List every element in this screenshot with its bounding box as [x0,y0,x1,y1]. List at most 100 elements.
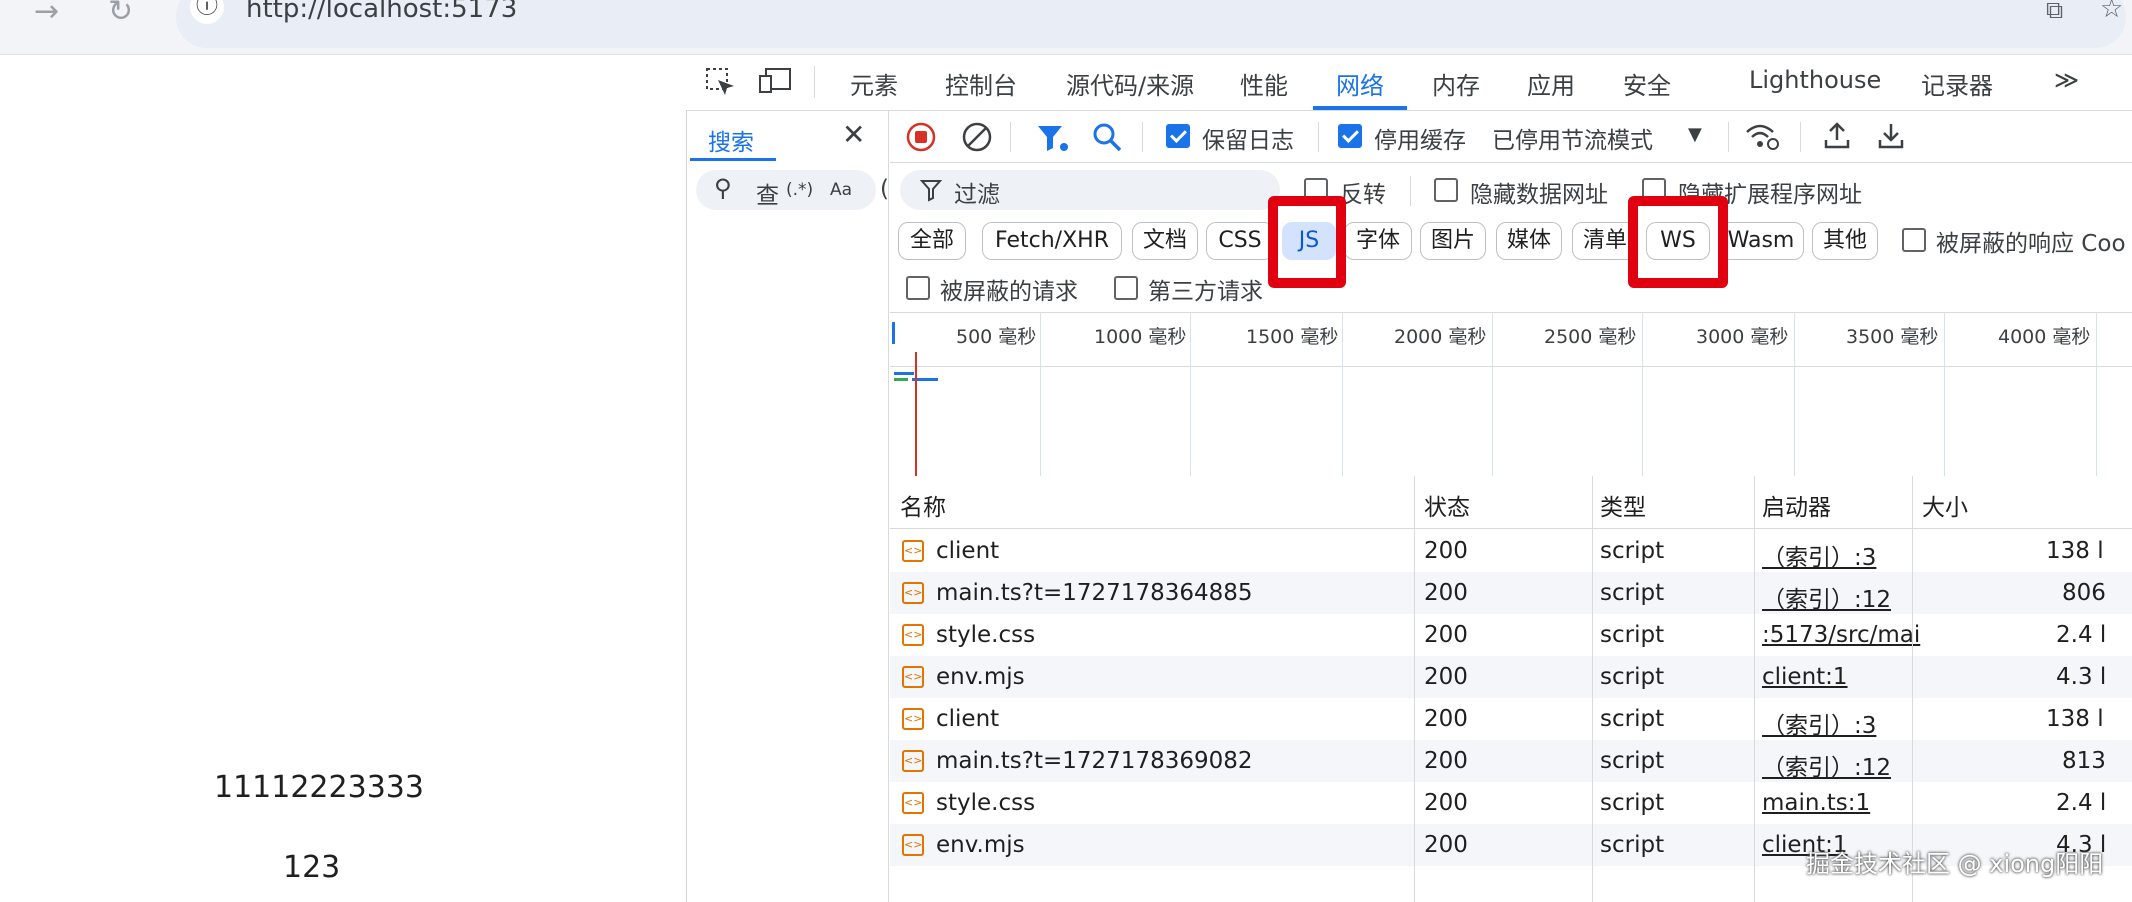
tab-application[interactable]: 应用 [1527,66,1575,101]
export-har-icon[interactable] [1876,120,1906,152]
request-initiator[interactable]: main.ts:1 [1762,790,1870,816]
chip-css[interactable]: CSS [1206,222,1274,260]
chip-image[interactable]: 图片 [1420,222,1486,260]
column-divider[interactable] [1754,476,1755,902]
search-network-icon[interactable] [1092,122,1122,152]
timeline-gridline [1944,312,1945,476]
reload-icon[interactable]: ↻ [108,0,133,29]
search-query-text: 查 [756,183,779,209]
timeline-gridline [1492,312,1493,476]
blocked-requests-checkbox[interactable] [906,276,930,300]
table-row[interactable]: <> main.ts?t=1727178369082 200 script （索… [890,740,2132,782]
table-row[interactable]: <> main.ts?t=1727178364885 200 script （索… [890,572,2132,614]
close-icon[interactable]: ✕ [842,118,865,151]
column-header-status[interactable]: 状态 [1424,488,1470,522]
bookmark-star-icon[interactable]: ☆ [2100,0,2123,24]
toolbar-divider [1728,122,1729,152]
search-extra-toggle[interactable]: ( [880,176,889,202]
timeline-request-bar [894,378,908,381]
chip-fetch-xhr[interactable]: Fetch/XHR [982,222,1122,260]
match-case-toggle[interactable]: Aa [830,180,852,200]
table-row[interactable]: <> client 200 script （索引）:3 138 l [890,698,2132,740]
column-header-type[interactable]: 类型 [1600,488,1646,522]
script-file-icon: <> [902,792,924,814]
timeline-gridline [1342,312,1343,476]
filter-icon[interactable] [1036,122,1070,154]
request-type: script [1600,664,1665,690]
more-tabs-icon[interactable]: ≫ [2054,66,2079,94]
tab-network[interactable]: 网络 [1336,66,1384,101]
request-size: 138 l [2046,538,2104,564]
timeline-tick-label: 4000 毫秒 [1998,326,2091,348]
chip-document[interactable]: 文档 [1132,222,1198,260]
column-header-name[interactable]: 名称 [900,488,946,522]
search-icon: ⚲ [714,174,732,202]
record-stop-icon[interactable] [906,122,936,152]
tab-sources[interactable]: 源代码/来源 [1066,66,1194,101]
third-party-checkbox[interactable] [1114,276,1138,300]
request-initiator[interactable]: （索引）:12 [1762,580,1891,614]
request-size: 4.3 l [2056,664,2107,690]
tab-recorder[interactable]: 记录器 [1921,66,1993,101]
table-row[interactable]: <> client 200 script （索引）:3 138 l [890,530,2132,572]
import-har-icon[interactable] [1822,120,1852,152]
table-row[interactable]: <> style.css 200 script :5173/src/mai 2.… [890,614,2132,656]
url-text[interactable]: http://localhost:5173 [246,0,517,24]
table-row[interactable]: <> style.css 200 script main.ts:1 2.4 l [890,782,2132,824]
inspect-element-icon[interactable] [704,66,738,98]
device-toolbar-icon[interactable] [758,66,794,96]
disable-cache-checkbox[interactable] [1338,124,1362,148]
search-title-underline [690,158,776,161]
script-file-icon: <> [902,624,924,646]
request-type: script [1600,790,1665,816]
request-type: script [1600,622,1665,648]
translate-icon[interactable]: ⧉ [2046,0,2063,24]
timeline-load-marker [915,352,917,476]
tab-elements[interactable]: 元素 [850,66,898,101]
request-size: 813 [2062,748,2106,774]
request-status: 200 [1424,664,1468,690]
chip-wasm[interactable]: Wasm [1718,222,1804,260]
tab-console[interactable]: 控制台 [945,66,1017,101]
preserve-log-checkbox[interactable] [1166,124,1190,148]
hide-data-urls-checkbox[interactable] [1434,178,1458,202]
chip-media[interactable]: 媒体 [1496,222,1562,260]
request-initiator[interactable]: :5173/src/mai [1762,622,1920,648]
invert-label: 反转 [1340,182,1386,208]
tab-memory[interactable]: 内存 [1432,66,1480,101]
chip-other[interactable]: 其他 [1812,222,1878,260]
timeline-selection-handle[interactable] [892,322,895,344]
request-name: env.mjs [936,832,1025,858]
request-status: 200 [1424,580,1468,606]
network-conditions-icon[interactable] [1744,120,1780,152]
regex-toggle[interactable]: (.*) [786,180,813,200]
tab-security[interactable]: 安全 [1623,66,1671,101]
clear-icon[interactable] [962,122,992,152]
throttling-select[interactable]: 已停用节流模式 [1492,121,1653,155]
column-divider[interactable] [1414,476,1415,902]
request-initiator[interactable]: （索引）:3 [1762,706,1876,740]
column-header-initiator[interactable]: 启动器 [1762,488,1831,522]
blocked-response-checkbox[interactable] [1902,228,1926,252]
request-status: 200 [1424,706,1468,732]
search-panel-title[interactable]: 搜索 [708,123,754,157]
network-timeline[interactable] [890,312,2132,478]
forward-icon[interactable]: → [34,0,59,29]
request-initiator[interactable]: （索引）:12 [1762,748,1891,782]
timeline-tick-label: 2500 毫秒 [1544,326,1637,348]
tab-lighthouse[interactable]: Lighthouse [1749,66,1881,94]
chip-all[interactable]: 全部 [898,222,966,260]
tab-performance[interactable]: 性能 [1240,66,1288,101]
request-initiator[interactable]: （索引）:3 [1762,538,1876,572]
ws-highlight-box [1628,196,1728,288]
table-row[interactable]: <> env.mjs 200 script client:1 4.3 l [890,656,2132,698]
chip-font[interactable]: 字体 [1344,222,1412,260]
request-name: main.ts?t=1727178369082 [936,748,1253,774]
column-divider[interactable] [1912,476,1913,902]
column-header-size[interactable]: 大小 [1922,488,1968,522]
request-initiator[interactable]: client:1 [1762,664,1848,690]
script-file-icon: <> [902,666,924,688]
column-divider[interactable] [1592,476,1593,902]
disable-cache-label: 停用缓存 [1374,128,1466,154]
throttling-dropdown-arrow[interactable]: ▼ [1688,124,1702,145]
